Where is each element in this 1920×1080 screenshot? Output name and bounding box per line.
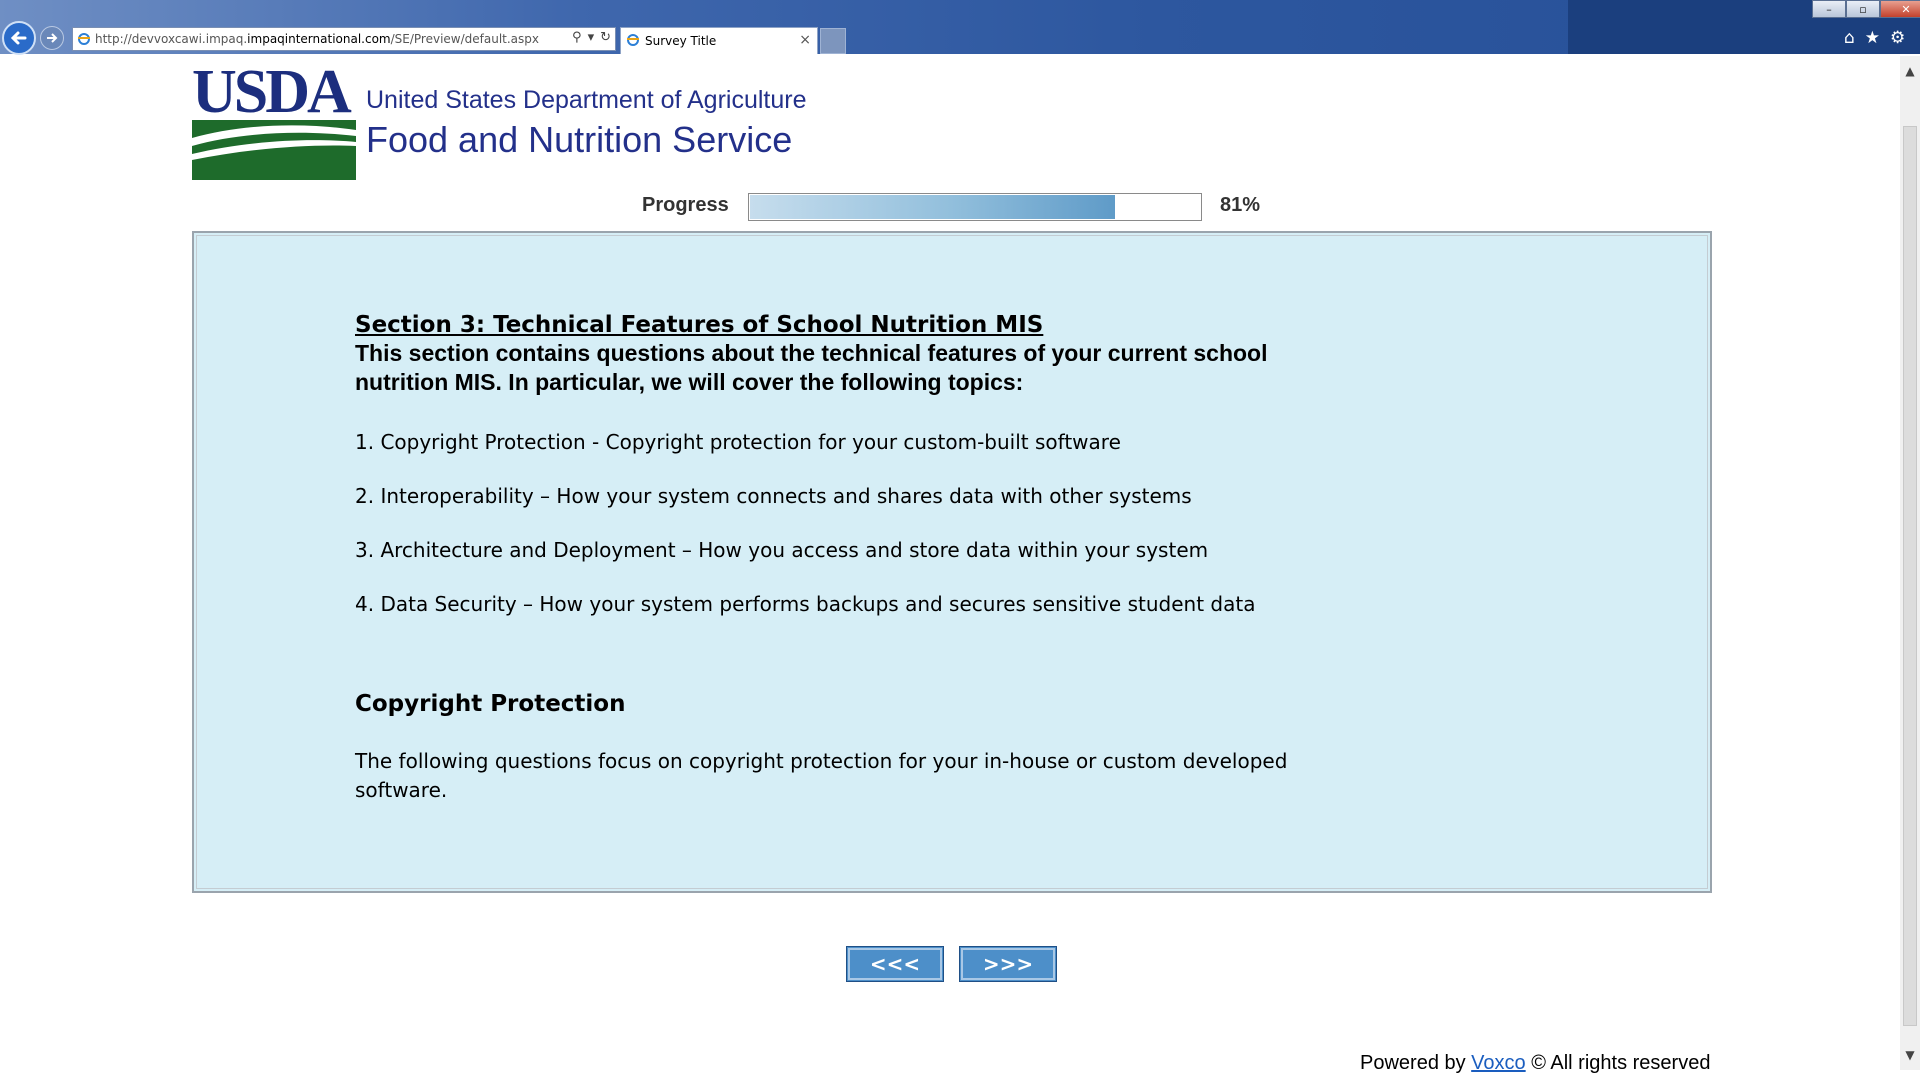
browser-icons: ⌂ ★ ⚙ [1844, 28, 1905, 48]
footer: Powered by Voxco © All rights reserved [1360, 1052, 1710, 1075]
section-title: Section 3: Technical Features of School … [355, 312, 1044, 338]
forward-button[interactable] [40, 26, 64, 50]
address-tools: ⚲ ▾ ↻ [572, 30, 611, 45]
progress-label: Progress [642, 194, 729, 216]
usda-logo-text: USDA [192, 58, 352, 126]
topic-item: 1. Copyright Protection - Copyright prot… [355, 430, 1121, 454]
panel-content: Section 3: Technical Features of School … [355, 311, 1335, 805]
back-button[interactable] [2, 21, 36, 55]
topic-item: 2. Interoperability – How your system co… [355, 484, 1192, 508]
copyright-heading: Copyright Protection [355, 691, 626, 717]
usda-logo: USDA [192, 58, 356, 180]
favorites-icon[interactable]: ★ [1865, 28, 1880, 48]
address-bar[interactable]: http://devvoxcawi.impaq. impaqinternation… [72, 27, 616, 51]
next-button[interactable]: >>> [959, 946, 1057, 982]
tab-survey-title[interactable]: Survey Title × [620, 27, 818, 54]
ie-page-icon [78, 33, 90, 45]
tools-icon[interactable]: ⚙ [1890, 28, 1905, 48]
url-domain: impaqinternational.com [247, 32, 391, 46]
vertical-scrollbar[interactable]: ▲ ▼ [1900, 56, 1920, 1070]
copyright-description: The following questions focus on copyrig… [355, 749, 1288, 802]
topic-item: 4. Data Security – How your system perfo… [355, 592, 1256, 616]
footer-powered-by: Powered by [1360, 1052, 1472, 1074]
footer-rights: © All rights reserved [1525, 1052, 1711, 1074]
usda-field-icon [192, 120, 356, 180]
progress-fill [750, 195, 1115, 219]
minimize-button[interactable]: – [1812, 0, 1846, 18]
tab-label: Survey Title [645, 34, 717, 48]
previous-button[interactable]: <<< [846, 946, 944, 982]
url-prefix: http://devvoxcawi.impaq. [95, 32, 248, 46]
back-arrow-icon [10, 31, 27, 45]
refresh-icon[interactable]: ↻ [600, 30, 611, 45]
maximize-button[interactable]: ▫ [1846, 0, 1880, 18]
search-icon[interactable]: ⚲ [572, 30, 582, 45]
url-path: /SE/Preview/default.aspx [390, 32, 540, 46]
tab-close-icon[interactable]: × [799, 32, 811, 48]
scroll-thumb[interactable] [1903, 126, 1917, 1026]
topic-item: 3. Architecture and Deployment – How you… [355, 538, 1209, 562]
voxco-link[interactable]: Voxco [1471, 1052, 1525, 1074]
new-tab-button[interactable] [820, 28, 846, 54]
home-icon[interactable]: ⌂ [1844, 28, 1855, 48]
forward-arrow-icon [47, 33, 58, 43]
close-window-button[interactable]: ✕ [1880, 0, 1920, 18]
agency-department: United States Department of Agriculture [366, 86, 807, 114]
window-controls: – ▫ ✕ [1812, 0, 1920, 18]
agency-service: Food and Nutrition Service [366, 119, 793, 160]
progress-percent: 81% [1220, 194, 1261, 216]
browser-toolbar: http://devvoxcawi.impaq. impaqinternation… [0, 0, 1920, 55]
scroll-up-icon[interactable]: ▲ [1900, 64, 1920, 82]
question-panel: Section 3: Technical Features of School … [192, 231, 1712, 893]
dropdown-icon[interactable]: ▾ [588, 30, 595, 45]
section-intro: This section contains questions about th… [355, 340, 1268, 395]
scroll-down-icon[interactable]: ▼ [1900, 1048, 1920, 1066]
progress-bar [748, 193, 1202, 221]
ie-tab-icon [627, 34, 639, 46]
